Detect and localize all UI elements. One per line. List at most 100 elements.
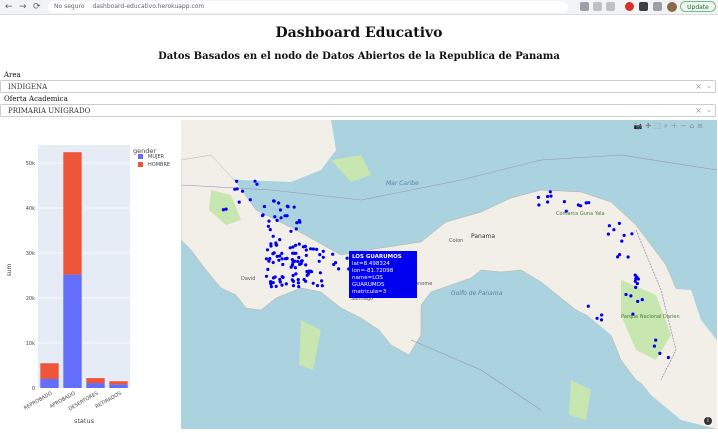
school-marker[interactable]	[268, 257, 272, 261]
forward-icon[interactable]: →	[19, 1, 27, 13]
school-marker[interactable]	[307, 269, 311, 273]
school-marker[interactable]	[658, 351, 662, 355]
school-marker[interactable]	[321, 255, 325, 259]
modebar-button[interactable]: ⌕	[664, 122, 668, 131]
school-marker[interactable]	[277, 258, 281, 262]
school-marker[interactable]	[271, 260, 275, 265]
school-marker[interactable]	[321, 249, 325, 253]
school-marker[interactable]	[320, 284, 324, 288]
school-marker[interactable]	[269, 244, 273, 248]
school-marker[interactable]	[622, 233, 626, 237]
school-marker[interactable]	[272, 251, 276, 255]
school-marker[interactable]	[311, 281, 315, 285]
school-map[interactable]: Mar Caribe Panama Colon Penonome Santiag…	[181, 120, 717, 429]
school-marker[interactable]	[260, 214, 264, 218]
school-marker[interactable]	[635, 282, 639, 286]
school-marker[interactable]	[548, 190, 552, 194]
legend-swatch[interactable]	[138, 162, 143, 167]
school-marker[interactable]	[278, 238, 282, 242]
school-marker[interactable]	[549, 194, 553, 198]
school-marker[interactable]	[278, 277, 282, 282]
update-button[interactable]: Update	[680, 1, 716, 12]
school-marker[interactable]	[235, 179, 239, 183]
school-marker[interactable]	[291, 273, 295, 278]
school-marker[interactable]	[262, 204, 266, 209]
school-marker[interactable]	[654, 338, 658, 342]
school-marker[interactable]	[271, 281, 275, 285]
area-dropdown[interactable]: INDIGENA × ⌄	[0, 80, 716, 93]
school-marker[interactable]	[296, 259, 300, 264]
school-marker[interactable]	[299, 262, 303, 266]
modebar-button[interactable]: ＋	[671, 122, 678, 131]
security-label[interactable]: No seguro	[54, 3, 85, 10]
school-marker[interactable]	[546, 194, 550, 199]
school-marker[interactable]	[271, 234, 275, 238]
chevron-down-icon[interactable]: ⌄	[706, 106, 712, 114]
school-marker[interactable]	[269, 285, 273, 289]
school-marker[interactable]	[630, 232, 634, 236]
address-bar[interactable]: No seguro dashboard-educativo.herokuapp.…	[48, 1, 568, 13]
school-marker[interactable]	[332, 262, 336, 267]
school-marker[interactable]	[294, 227, 298, 231]
info-icon[interactable]: i	[704, 417, 712, 425]
school-marker[interactable]	[309, 247, 313, 251]
school-marker[interactable]	[636, 299, 640, 303]
chevron-down-icon[interactable]: ⌄	[706, 82, 712, 90]
school-marker[interactable]	[311, 247, 315, 251]
school-marker[interactable]	[283, 257, 287, 261]
school-marker[interactable]	[294, 272, 298, 276]
school-marker[interactable]	[595, 316, 599, 320]
clear-icon[interactable]: ×	[695, 82, 702, 91]
modebar-button[interactable]: ≡	[697, 122, 703, 131]
school-marker[interactable]	[607, 224, 611, 228]
school-marker[interactable]	[606, 232, 610, 236]
school-marker[interactable]	[295, 221, 299, 225]
school-marker[interactable]	[315, 247, 319, 251]
reload-icon[interactable]: ⟳	[33, 1, 41, 13]
school-marker[interactable]	[586, 304, 590, 308]
school-marker[interactable]	[304, 248, 308, 252]
school-marker[interactable]	[274, 241, 278, 245]
share-icon[interactable]	[593, 2, 602, 11]
school-marker[interactable]	[267, 219, 271, 223]
school-marker[interactable]	[275, 218, 279, 222]
school-marker[interactable]	[297, 285, 301, 289]
school-marker[interactable]	[233, 187, 237, 191]
school-marker[interactable]	[636, 277, 640, 281]
school-marker[interactable]	[331, 252, 335, 256]
school-marker[interactable]	[587, 201, 591, 205]
school-marker[interactable]	[304, 263, 308, 267]
school-marker[interactable]	[277, 201, 281, 205]
school-marker[interactable]	[629, 294, 633, 298]
legend-label[interactable]: MUJER	[148, 154, 165, 160]
school-marker[interactable]	[224, 207, 228, 211]
school-marker[interactable]	[266, 267, 270, 271]
oferta-dropdown[interactable]: PRIMARIA UNIGRADO × ⌄	[0, 104, 716, 117]
bar-mujer-reprobado[interactable]	[40, 379, 59, 388]
bar-mujer-aprobado[interactable]	[63, 274, 82, 388]
school-marker[interactable]	[289, 229, 293, 233]
school-marker[interactable]	[274, 284, 278, 288]
school-marker[interactable]	[562, 200, 566, 204]
school-marker[interactable]	[297, 242, 301, 246]
school-marker[interactable]	[272, 199, 276, 203]
bar-hombre-aprobado[interactable]	[63, 152, 82, 275]
school-marker[interactable]	[290, 258, 294, 262]
bar-hombre-desertores[interactable]	[86, 378, 105, 384]
school-marker[interactable]	[266, 224, 270, 228]
school-marker[interactable]	[626, 255, 630, 259]
school-marker[interactable]	[264, 274, 269, 278]
school-marker[interactable]	[253, 179, 257, 183]
school-marker[interactable]	[279, 216, 283, 220]
school-marker[interactable]	[264, 257, 268, 261]
extension-icon[interactable]	[625, 2, 634, 11]
school-marker[interactable]	[273, 215, 277, 219]
school-marker[interactable]	[296, 278, 300, 282]
bar-hombre-retirados[interactable]	[109, 381, 128, 385]
school-marker[interactable]	[579, 204, 583, 208]
school-marker[interactable]	[634, 285, 638, 289]
school-marker[interactable]	[297, 255, 301, 260]
extension-icon-2[interactable]	[639, 2, 648, 11]
school-marker[interactable]	[280, 275, 284, 279]
school-marker[interactable]	[294, 243, 298, 247]
